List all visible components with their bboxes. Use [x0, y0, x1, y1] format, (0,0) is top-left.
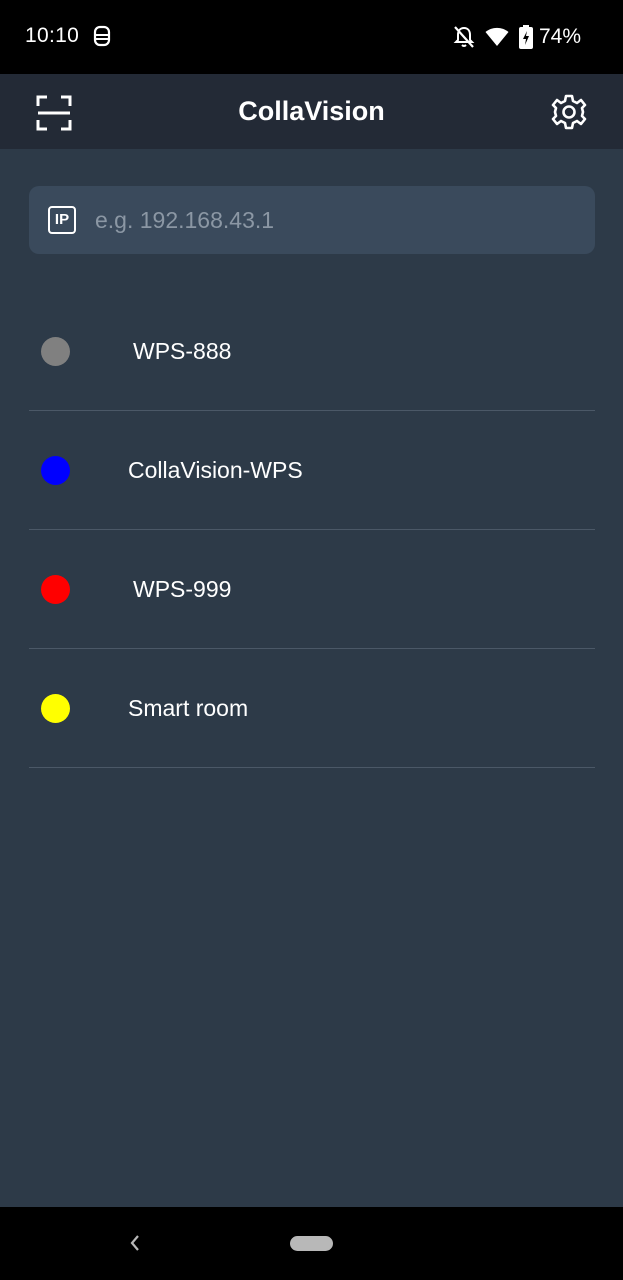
device-name: WPS-999 — [133, 576, 232, 602]
device-name: CollaVision-WPS — [128, 457, 303, 483]
home-button[interactable] — [290, 1236, 333, 1251]
notification-icon — [93, 25, 111, 47]
navigation-bar — [0, 1207, 623, 1280]
list-item[interactable]: WPS-999 — [29, 530, 595, 649]
status-dot — [41, 694, 70, 723]
list-item[interactable]: Smart room — [29, 649, 595, 768]
device-name: WPS-888 — [133, 338, 232, 364]
back-icon[interactable] — [126, 1232, 144, 1254]
app-title: CollaVision — [238, 96, 385, 126]
list-item[interactable]: WPS-888 — [29, 292, 595, 411]
app-bar: CollaVision — [0, 74, 623, 149]
status-icons: 74% — [453, 24, 581, 50]
status-bar: 10:10 74% — [0, 0, 623, 74]
ip-icon: IP — [48, 206, 76, 234]
gear-icon[interactable] — [550, 93, 588, 131]
ip-input[interactable] — [95, 186, 575, 254]
status-time: 10:10 — [25, 24, 80, 47]
device-list: WPS-888 CollaVision-WPS WPS-999 Smart ro… — [29, 292, 595, 768]
list-item[interactable]: CollaVision-WPS — [29, 411, 595, 530]
battery-charging-icon — [518, 25, 533, 49]
status-dot — [41, 337, 70, 366]
status-dot — [41, 575, 70, 604]
status-dot — [41, 456, 70, 485]
ip-field[interactable]: IP — [29, 186, 595, 254]
bell-off-icon — [453, 26, 475, 48]
battery-percent: 74% — [538, 25, 581, 48]
wifi-icon — [485, 27, 509, 46]
main-content: IP WPS-888 CollaVision-WPS WPS-999 Smart… — [0, 149, 623, 1207]
device-name: Smart room — [128, 695, 249, 721]
